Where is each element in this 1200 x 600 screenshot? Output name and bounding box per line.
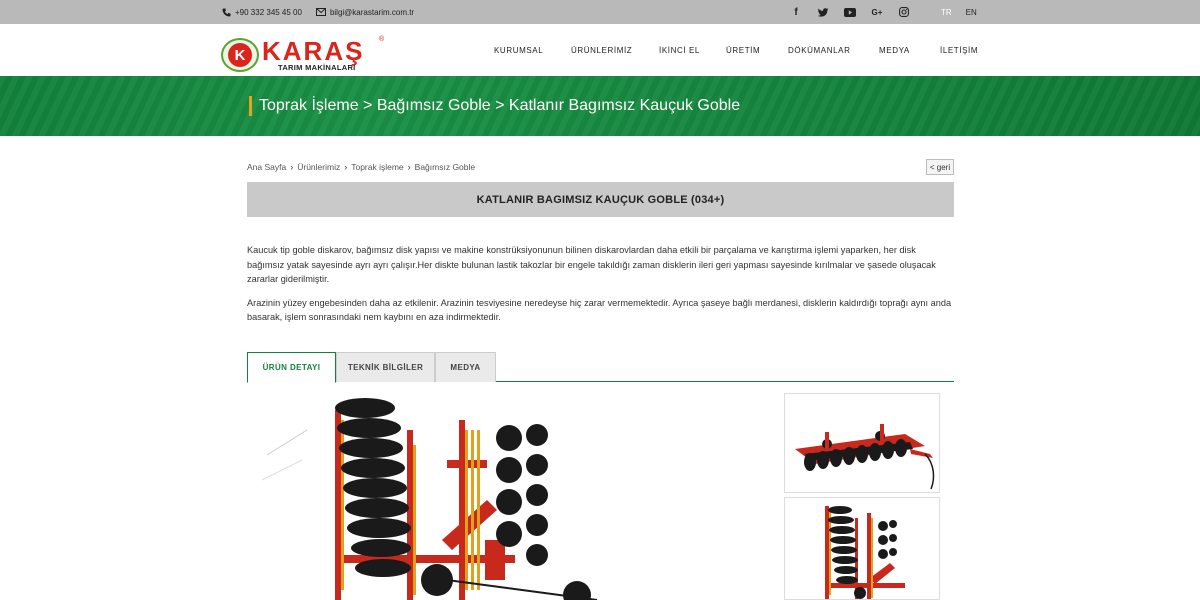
phone-icon xyxy=(222,7,231,17)
social-links: f G+ xyxy=(790,0,910,24)
chevron-right-icon: › xyxy=(407,162,411,172)
disc-harrow-image xyxy=(261,398,598,600)
twitter-icon[interactable] xyxy=(817,6,829,18)
breadcrumb-item-home[interactable]: Ana Sayfa xyxy=(247,162,286,172)
email-address: bilgi@karastarim.com.tr xyxy=(329,7,415,17)
nav-urunlerimiz[interactable]: ÜRÜNLERİMİZ xyxy=(571,46,659,55)
tab-medya[interactable]: MEDYA xyxy=(435,352,496,382)
logo[interactable]: K KARAŞ ® TARIM MAKİNALARI xyxy=(221,36,387,72)
nav-dokumanlar[interactable]: DÖKÜMANLAR xyxy=(788,46,879,55)
chevron-right-icon: › xyxy=(290,162,294,172)
contact-info: +90 332 345 45 00 bilgi@karastarim.com.t… xyxy=(222,0,414,24)
logo-badge-letter: K xyxy=(228,43,252,67)
thumbnail-image xyxy=(795,424,935,490)
language-switcher: TR EN xyxy=(941,0,977,24)
youtube-icon[interactable] xyxy=(844,6,856,18)
back-button[interactable]: < geri xyxy=(926,159,954,175)
main-nav: KURUMSAL ÜRÜNLERİMİZ İKİNCİ EL ÜRETİM DÖ… xyxy=(494,24,978,76)
nav-iletisim[interactable]: İLETİŞİM xyxy=(940,46,978,55)
product-thumbnail[interactable] xyxy=(784,497,940,600)
product-tabs: ÜRÜN DETAYI TEKNİK BİLGİLER MEDYA xyxy=(247,352,954,383)
description-paragraph: Kaucuk tip goble diskarov, bağımsız disk… xyxy=(247,245,936,284)
instagram-icon[interactable] xyxy=(898,6,910,18)
breadcrumb-item-soil[interactable]: Toprak işleme xyxy=(351,162,403,172)
nav-ikinci-el[interactable]: İKİNCİ EL xyxy=(659,46,726,55)
product-main-image[interactable] xyxy=(247,390,767,600)
logo-registered: ® xyxy=(379,36,385,43)
logo-subtitle: TARIM MAKİNALARI xyxy=(278,63,356,72)
nav-medya[interactable]: MEDYA xyxy=(879,46,940,55)
lang-tr[interactable]: TR xyxy=(941,8,952,17)
product-title: KATLANIR BAGIMSIZ KAUÇUK GOBLE (034+) xyxy=(247,182,954,217)
site-header: K KARAŞ ® TARIM MAKİNALARI KURUMSAL ÜRÜN… xyxy=(0,24,1200,76)
email-contact[interactable]: bilgi@karastarim.com.tr xyxy=(315,7,415,17)
description-paragraph: Arazinin yüzey engebesinden daha az etki… xyxy=(247,297,952,323)
facebook-icon[interactable]: f xyxy=(790,6,802,18)
logo-badge: K xyxy=(221,38,259,72)
google-plus-icon[interactable]: G+ xyxy=(871,6,883,18)
thumbnail-image xyxy=(825,506,905,599)
tab-teknik-bilgiler[interactable]: TEKNİK BİLGİLER xyxy=(336,352,435,382)
chevron-right-icon: › xyxy=(344,162,348,172)
banner-title: Toprak İşleme > Bağımsız Goble > Katlanı… xyxy=(249,96,740,116)
breadcrumb-item-goble[interactable]: Bağımsız Goble xyxy=(415,162,475,172)
nav-kurumsal[interactable]: KURUMSAL xyxy=(494,46,571,55)
page-banner: Toprak İşleme > Bağımsız Goble > Katlanı… xyxy=(0,76,1200,136)
lang-en[interactable]: EN xyxy=(966,8,977,17)
tab-urun-detayi[interactable]: ÜRÜN DETAYI xyxy=(247,352,336,383)
breadcrumb-item-products[interactable]: Ürünlerimiz xyxy=(297,162,340,172)
top-bar: +90 332 345 45 00 bilgi@karastarim.com.t… xyxy=(0,0,1200,24)
phone-number: +90 332 345 45 00 xyxy=(235,7,302,17)
product-thumbnail[interactable] xyxy=(784,393,940,493)
product-description: Kaucuk tip goble diskarov, bağımsız disk… xyxy=(247,243,955,325)
envelope-icon xyxy=(315,8,326,16)
breadcrumb: Ana Sayfa › Ürünlerimiz › Toprak işleme … xyxy=(247,162,475,172)
nav-uretim[interactable]: ÜRETİM xyxy=(726,46,788,55)
phone-contact[interactable]: +90 332 345 45 00 xyxy=(222,8,302,17)
